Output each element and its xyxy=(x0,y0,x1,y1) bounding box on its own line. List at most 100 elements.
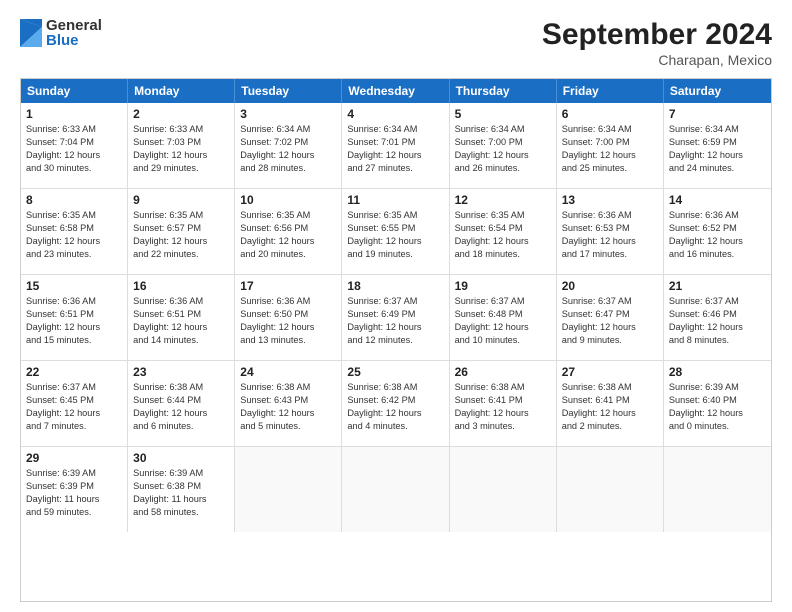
daylight-line1: Daylight: 12 hours xyxy=(240,407,336,420)
day-number: 9 xyxy=(133,193,229,207)
daylight-line2: and 2 minutes. xyxy=(562,420,658,433)
daylight-line2: and 20 minutes. xyxy=(240,248,336,261)
daylight-line1: Daylight: 12 hours xyxy=(26,407,122,420)
header-monday: Monday xyxy=(128,79,235,103)
day-number: 18 xyxy=(347,279,443,293)
cal-cell-3-0: 22Sunrise: 6:37 AMSunset: 6:45 PMDayligh… xyxy=(21,361,128,446)
sunrise-line: Sunrise: 6:34 AM xyxy=(669,123,766,136)
daylight-line1: Daylight: 12 hours xyxy=(562,149,658,162)
daylight-line1: Daylight: 12 hours xyxy=(26,235,122,248)
sunrise-line: Sunrise: 6:34 AM xyxy=(455,123,551,136)
daylight-line1: Daylight: 12 hours xyxy=(669,407,766,420)
sunset-line: Sunset: 6:51 PM xyxy=(26,308,122,321)
sunrise-line: Sunrise: 6:34 AM xyxy=(347,123,443,136)
header-sunday: Sunday xyxy=(21,79,128,103)
sunrise-line: Sunrise: 6:36 AM xyxy=(562,209,658,222)
daylight-line2: and 30 minutes. xyxy=(26,162,122,175)
cal-row-3: 22Sunrise: 6:37 AMSunset: 6:45 PMDayligh… xyxy=(21,361,771,447)
sunrise-line: Sunrise: 6:36 AM xyxy=(26,295,122,308)
header-tuesday: Tuesday xyxy=(235,79,342,103)
daylight-line2: and 8 minutes. xyxy=(669,334,766,347)
day-number: 24 xyxy=(240,365,336,379)
daylight-line2: and 29 minutes. xyxy=(133,162,229,175)
logo-icon xyxy=(20,19,42,47)
daylight-line2: and 58 minutes. xyxy=(133,506,229,519)
daylight-line1: Daylight: 12 hours xyxy=(669,321,766,334)
day-number: 17 xyxy=(240,279,336,293)
calendar-header: Sunday Monday Tuesday Wednesday Thursday… xyxy=(21,79,771,103)
daylight-line1: Daylight: 12 hours xyxy=(133,321,229,334)
daylight-line1: Daylight: 12 hours xyxy=(240,149,336,162)
daylight-line1: Daylight: 12 hours xyxy=(669,149,766,162)
daylight-line1: Daylight: 12 hours xyxy=(347,321,443,334)
daylight-line2: and 23 minutes. xyxy=(26,248,122,261)
sunrise-line: Sunrise: 6:35 AM xyxy=(26,209,122,222)
day-number: 27 xyxy=(562,365,658,379)
cal-cell-1-5: 13Sunrise: 6:36 AMSunset: 6:53 PMDayligh… xyxy=(557,189,664,274)
sunset-line: Sunset: 6:41 PM xyxy=(455,394,551,407)
sunset-line: Sunset: 7:00 PM xyxy=(562,136,658,149)
sunset-line: Sunset: 6:56 PM xyxy=(240,222,336,235)
daylight-line2: and 9 minutes. xyxy=(562,334,658,347)
logo: General Blue xyxy=(20,18,102,48)
cal-cell-0-1: 2Sunrise: 6:33 AMSunset: 7:03 PMDaylight… xyxy=(128,103,235,188)
sunset-line: Sunset: 6:58 PM xyxy=(26,222,122,235)
cal-cell-4-0: 29Sunrise: 6:39 AMSunset: 6:39 PMDayligh… xyxy=(21,447,128,532)
daylight-line2: and 22 minutes. xyxy=(133,248,229,261)
cal-cell-3-3: 25Sunrise: 6:38 AMSunset: 6:42 PMDayligh… xyxy=(342,361,449,446)
logo-blue-text: Blue xyxy=(46,33,102,48)
sunset-line: Sunset: 6:41 PM xyxy=(562,394,658,407)
day-number: 4 xyxy=(347,107,443,121)
cal-cell-1-3: 11Sunrise: 6:35 AMSunset: 6:55 PMDayligh… xyxy=(342,189,449,274)
day-number: 19 xyxy=(455,279,551,293)
daylight-line2: and 6 minutes. xyxy=(133,420,229,433)
sunset-line: Sunset: 6:46 PM xyxy=(669,308,766,321)
daylight-line1: Daylight: 12 hours xyxy=(347,235,443,248)
sunset-line: Sunset: 6:42 PM xyxy=(347,394,443,407)
sunset-line: Sunset: 6:51 PM xyxy=(133,308,229,321)
cal-cell-2-2: 17Sunrise: 6:36 AMSunset: 6:50 PMDayligh… xyxy=(235,275,342,360)
cal-row-0: 1Sunrise: 6:33 AMSunset: 7:04 PMDaylight… xyxy=(21,103,771,189)
sunrise-line: Sunrise: 6:39 AM xyxy=(133,467,229,480)
daylight-line2: and 5 minutes. xyxy=(240,420,336,433)
cal-cell-3-6: 28Sunrise: 6:39 AMSunset: 6:40 PMDayligh… xyxy=(664,361,771,446)
day-number: 3 xyxy=(240,107,336,121)
sunrise-line: Sunrise: 6:36 AM xyxy=(240,295,336,308)
day-number: 25 xyxy=(347,365,443,379)
cal-cell-2-0: 15Sunrise: 6:36 AMSunset: 6:51 PMDayligh… xyxy=(21,275,128,360)
subtitle: Charapan, Mexico xyxy=(542,52,772,68)
cal-row-1: 8Sunrise: 6:35 AMSunset: 6:58 PMDaylight… xyxy=(21,189,771,275)
sunrise-line: Sunrise: 6:38 AM xyxy=(347,381,443,394)
daylight-line2: and 28 minutes. xyxy=(240,162,336,175)
daylight-line1: Daylight: 12 hours xyxy=(455,407,551,420)
header-saturday: Saturday xyxy=(664,79,771,103)
sunset-line: Sunset: 6:39 PM xyxy=(26,480,122,493)
sunrise-line: Sunrise: 6:39 AM xyxy=(26,467,122,480)
header-friday: Friday xyxy=(557,79,664,103)
cal-row-4: 29Sunrise: 6:39 AMSunset: 6:39 PMDayligh… xyxy=(21,447,771,532)
sunset-line: Sunset: 6:50 PM xyxy=(240,308,336,321)
sunrise-line: Sunrise: 6:35 AM xyxy=(455,209,551,222)
daylight-line1: Daylight: 12 hours xyxy=(669,235,766,248)
sunset-line: Sunset: 7:04 PM xyxy=(26,136,122,149)
sunrise-line: Sunrise: 6:37 AM xyxy=(455,295,551,308)
daylight-line2: and 18 minutes. xyxy=(455,248,551,261)
cal-cell-0-0: 1Sunrise: 6:33 AMSunset: 7:04 PMDaylight… xyxy=(21,103,128,188)
sunset-line: Sunset: 6:44 PM xyxy=(133,394,229,407)
daylight-line2: and 12 minutes. xyxy=(347,334,443,347)
cal-cell-2-6: 21Sunrise: 6:37 AMSunset: 6:46 PMDayligh… xyxy=(664,275,771,360)
cal-cell-4-6 xyxy=(664,447,771,532)
day-number: 1 xyxy=(26,107,122,121)
sunrise-line: Sunrise: 6:37 AM xyxy=(562,295,658,308)
cal-cell-4-5 xyxy=(557,447,664,532)
daylight-line2: and 26 minutes. xyxy=(455,162,551,175)
cal-cell-0-6: 7Sunrise: 6:34 AMSunset: 6:59 PMDaylight… xyxy=(664,103,771,188)
daylight-line1: Daylight: 12 hours xyxy=(562,235,658,248)
day-number: 5 xyxy=(455,107,551,121)
header-thursday: Thursday xyxy=(450,79,557,103)
sunset-line: Sunset: 6:48 PM xyxy=(455,308,551,321)
daylight-line1: Daylight: 12 hours xyxy=(562,321,658,334)
main-title: September 2024 xyxy=(542,18,772,52)
sunrise-line: Sunrise: 6:35 AM xyxy=(347,209,443,222)
daylight-line2: and 4 minutes. xyxy=(347,420,443,433)
